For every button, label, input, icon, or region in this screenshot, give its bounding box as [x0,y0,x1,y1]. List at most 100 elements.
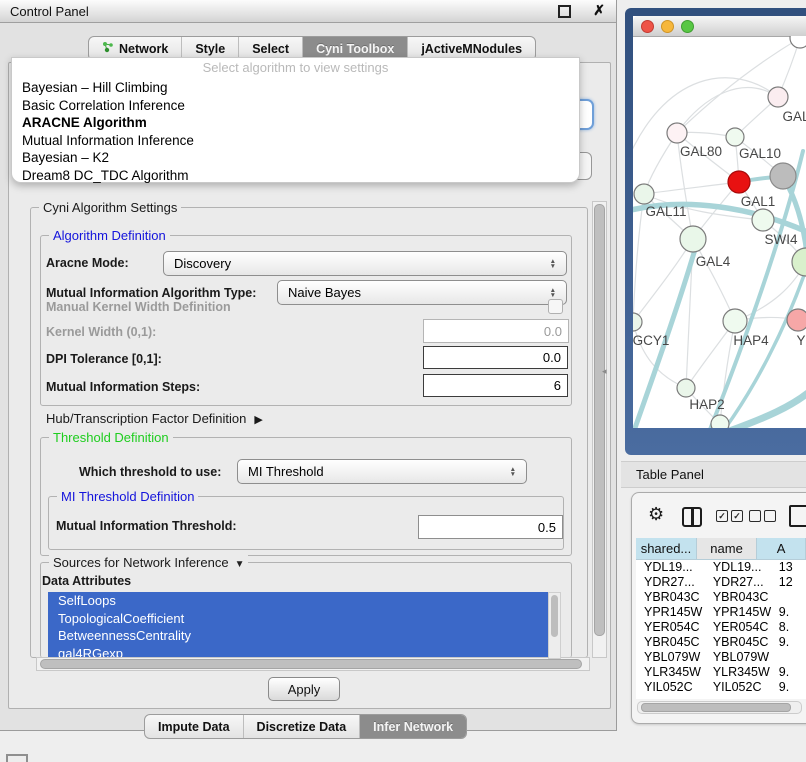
network-edge-highlighted [721,386,806,428]
network-node[interactable] [667,123,687,143]
apply-button[interactable]: Apply [268,677,340,701]
mi-steps-field[interactable]: 6 [423,374,568,397]
column-layout-icon[interactable] [682,507,702,527]
table-cell: 13 [773,560,806,575]
table-row[interactable]: YBR043CYBR043C [636,590,806,605]
network-node-label: Y [796,333,805,348]
algorithm-option-mutual-information-inference[interactable]: Mutual Information Inference [12,132,579,150]
network-node[interactable] [680,226,706,252]
table-cell: YLR345W [705,665,773,680]
kernel-width-label: Kernel Width (0,1): [46,325,156,339]
table-row[interactable]: YPR145WYPR145W9. [636,605,806,620]
algorithm-option-list: Bayesian – Hill ClimbingBasic Correlatio… [12,79,579,184]
table-header-row: shared...nameA [636,538,806,560]
dpi-tolerance-field[interactable]: 0.0 [423,346,568,369]
network-edge [644,182,739,194]
table-row[interactable]: YER054CYER054C8. [636,620,806,635]
deselect-all-columns-icon[interactable] [749,510,776,522]
control-panel-titlebar[interactable]: Control Panel ✗ [0,0,616,23]
dpi-tolerance-value: 0.0 [543,350,561,365]
zoom-traffic-light-icon[interactable] [681,20,694,33]
mi-threshold-value: 0.5 [538,520,556,535]
bottom-tab-infer-network[interactable]: Infer Network [360,715,466,738]
manual-kernel-width-checkbox[interactable] [548,299,563,314]
network-window-titlebar[interactable] [633,16,806,37]
select-all-columns-icon[interactable]: ✓✓ [716,510,743,522]
tab-label: Infer Network [373,720,453,734]
network-node[interactable] [726,128,744,146]
algorithm-dropdown-popup: Select algorithm to view settings Bayesi… [11,57,580,183]
mi-threshold-field[interactable]: 0.5 [418,515,563,539]
network-node-label: GAL80 [680,144,722,159]
kernel-width-field[interactable]: 0.0 [423,319,569,343]
panel-splitter-arrow-icon[interactable]: ◂ [602,366,607,377]
algorithm-option-basic-correlation-inference[interactable]: Basic Correlation Inference [12,97,579,115]
table-cell: YPR145W [636,605,705,620]
table-scrollbar-thumb[interactable] [641,703,791,712]
minimize-traffic-light-icon[interactable] [661,20,674,33]
table-function-icon[interactable] [789,505,806,527]
sources-toggle[interactable]: Sources for Network Inference▼ [49,555,248,570]
attribute-item-gal4rgexp[interactable]: gal4RGexp [48,645,548,658]
network-node[interactable] [792,248,806,276]
table-row[interactable]: YDR27...YDR27...12 [636,575,806,590]
table-row[interactable]: YBR045CYBR045C9. [636,635,806,650]
table-row[interactable]: YIL052CYIL052C9. [636,680,806,695]
attribute-item-betweennesscentrality[interactable]: BetweennessCentrality [48,627,548,645]
close-icon[interactable]: ✗ [593,2,605,19]
birdseye-toggle-icon[interactable] [6,754,28,762]
network-node[interactable] [723,309,747,333]
attributes-scrollbar[interactable] [548,592,561,659]
network-node[interactable] [633,313,642,331]
horizontal-scrollbar-thumb[interactable] [40,659,582,669]
mi-threshold-definition-label: MI Threshold Definition [57,489,198,504]
attribute-item-topologicalcoefficient[interactable]: TopologicalCoefficient [48,610,548,628]
table-horizontal-scrollbar[interactable] [637,701,802,714]
network-node[interactable] [634,184,654,204]
which-threshold-combobox[interactable]: MI Threshold ▲▼ [237,459,527,484]
algorithm-option-dream8-dc-tdc-algorithm[interactable]: Dream8 DC_TDC Algorithm [12,167,579,185]
network-node[interactable] [711,415,729,428]
hub-definition-toggle[interactable]: Hub/Transcription Factor Definition▶ [46,411,263,426]
mi-algorithm-type-combobox[interactable]: Naive Bayes ▲▼ [277,280,567,305]
close-traffic-light-icon[interactable] [641,20,654,33]
network-node[interactable] [790,36,806,48]
table-row[interactable]: YBL079WYBL079W [636,650,806,665]
aracne-mode-combobox[interactable]: Discovery ▲▼ [163,251,567,276]
table-panel-bar: Table Panel [621,461,806,488]
algorithm-option-aracne-algorithm[interactable]: ARACNE Algorithm [12,114,579,132]
table-cell: 9. [773,605,806,620]
attribute-item-selfloops[interactable]: SelfLoops [48,592,548,610]
stepper-arrows-icon: ▲▼ [550,259,556,269]
float-window-icon[interactable] [558,5,571,18]
column-header-shared[interactable]: shared... [636,538,697,560]
settings-vertical-scrollbar[interactable] [592,201,607,658]
attributes-scrollbar-thumb[interactable] [551,595,558,637]
gear-icon[interactable]: ⚙ [648,504,664,525]
column-header-name[interactable]: name [697,538,757,560]
column-header-a[interactable]: A [757,538,806,560]
table-cell: YBR043C [636,590,705,605]
bottom-tab-impute-data[interactable]: Impute Data [145,715,244,738]
settings-horizontal-scrollbar[interactable] [36,657,590,671]
data-attributes-list[interactable]: SelfLoopsTopologicalCoefficientBetweenne… [48,592,548,657]
tab-label: Impute Data [158,720,230,734]
table-row[interactable]: YDL19...YDL19...13 [636,560,806,575]
vertical-scrollbar-thumb[interactable] [594,204,605,636]
mi-algorithm-type-label: Mutual Information Algorithm Type: [46,286,256,300]
table-cell: YDL19... [636,560,705,575]
network-node[interactable] [752,209,774,231]
network-node[interactable] [768,87,788,107]
network-canvas[interactable]: GALGAL80GAL10GAL1GAL11SWI4GAL4GCY1HAP4YH… [633,36,806,428]
bottom-tab-discretize-data[interactable]: Discretize Data [244,715,361,738]
network-node[interactable] [728,171,750,193]
network-node[interactable] [770,163,796,189]
network-node[interactable] [677,379,695,397]
algorithm-option-bayesian-k2[interactable]: Bayesian – K2 [12,149,579,167]
network-node[interactable] [787,309,806,331]
network-node-label: GCY1 [633,333,669,348]
table-row[interactable]: YLR345WYLR345W9. [636,665,806,680]
which-threshold-value: MI Threshold [248,464,502,479]
algorithm-option-bayesian-hill-climbing[interactable]: Bayesian – Hill Climbing [12,79,579,97]
table-cell: YBR043C [705,590,773,605]
